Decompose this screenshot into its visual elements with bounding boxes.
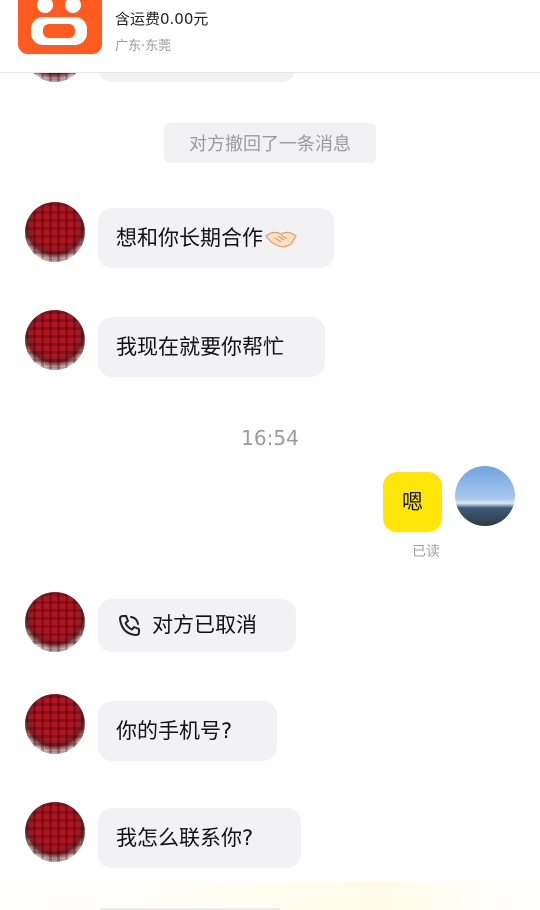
message-text: 想和你长期合作 <box>116 225 263 250</box>
product-header[interactable]: 含运费0.00元 广东·东莞 <box>0 0 540 73</box>
product-location: 广东·东莞 <box>115 39 172 54</box>
message-text: 嗯 <box>402 489 423 514</box>
avatar-self[interactable] <box>455 466 515 526</box>
avatar[interactable] <box>25 310 85 370</box>
avatar[interactable] <box>25 202 85 262</box>
message-text: 你的手机号? <box>116 718 233 743</box>
product-price: 含运费0.00元 <box>115 10 209 28</box>
phone-icon <box>119 614 140 636</box>
timestamp: 16:54 <box>241 426 299 450</box>
recall-notice: 对方撤回了一条消息 <box>164 123 376 163</box>
call-record-bubble[interactable]: 对方已取消 <box>98 599 296 652</box>
product-thumbnail[interactable] <box>18 0 102 54</box>
message-bubble[interactable]: 想和你长期合作 <box>98 208 334 268</box>
video-logo-icon <box>31 0 87 45</box>
message-text: 对方已取消 <box>152 613 257 637</box>
message-bubble-self[interactable]: 嗯 <box>383 472 442 532</box>
avatar[interactable] <box>25 592 85 652</box>
message-bubble[interactable]: 我怎么联系你? <box>98 808 301 868</box>
handshake-icon <box>265 231 297 248</box>
input-area-edge <box>0 882 540 910</box>
message-text: 我怎么联系你? <box>116 825 254 850</box>
message-bubble[interactable]: 我现在就要你帮忙 <box>98 317 325 377</box>
message-bubble[interactable]: 你的手机号? <box>98 701 277 761</box>
message-text: 我现在就要你帮忙 <box>116 334 284 359</box>
avatar[interactable] <box>25 694 85 754</box>
avatar[interactable] <box>25 802 85 862</box>
read-status: 已读 <box>412 544 440 560</box>
